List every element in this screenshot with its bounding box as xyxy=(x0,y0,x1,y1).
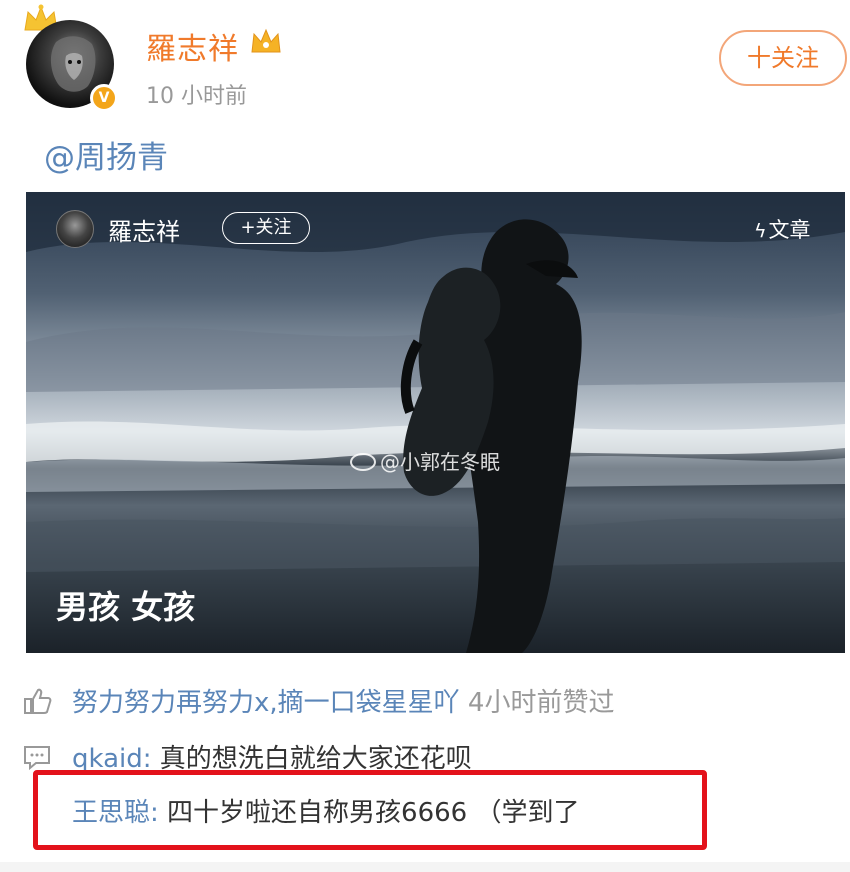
like-user-link[interactable]: 努力努力再努力x,摘一口袋星星吖 xyxy=(72,688,460,718)
post-image-card[interactable]: 羅志祥 +关注 ϟ文章 @小郭在冬眠 男孩 女孩 xyxy=(26,192,845,653)
watermark-text: @小郭在冬眠 xyxy=(380,450,500,474)
image-watermark: @小郭在冬眠 xyxy=(350,446,500,475)
highlight-annotation-box xyxy=(33,770,707,850)
verified-v-icon: V xyxy=(90,84,118,112)
feed-divider xyxy=(0,862,850,872)
card-article-link[interactable]: ϟ文章 xyxy=(754,214,811,244)
weibo-logo-icon xyxy=(350,453,376,471)
like-row: 努力努力再努力x,摘一口袋星星吖 4小时前赞过 xyxy=(22,682,614,719)
post-timestamp: 10 小时前 xyxy=(146,84,247,109)
crown-icon xyxy=(251,28,281,53)
card-follow-button[interactable]: +关注 xyxy=(222,212,310,244)
card-author-name[interactable]: 羅志祥 xyxy=(108,212,180,247)
card-caption: 男孩 女孩 xyxy=(56,588,196,626)
author-avatar-group[interactable]: V xyxy=(22,4,118,112)
like-time: 4小时前赞过 xyxy=(467,688,615,718)
lightning-icon: ϟ xyxy=(754,220,767,242)
comment-icon xyxy=(24,746,50,771)
card-author-avatar[interactable] xyxy=(56,210,94,248)
follow-button[interactable]: 十关注 xyxy=(719,30,847,86)
thumbs-up-icon xyxy=(24,688,52,714)
card-article-label: 文章 xyxy=(768,218,811,242)
mention-link[interactable]: @周扬青 xyxy=(44,132,168,177)
author-name[interactable]: 羅志祥 xyxy=(146,24,239,68)
